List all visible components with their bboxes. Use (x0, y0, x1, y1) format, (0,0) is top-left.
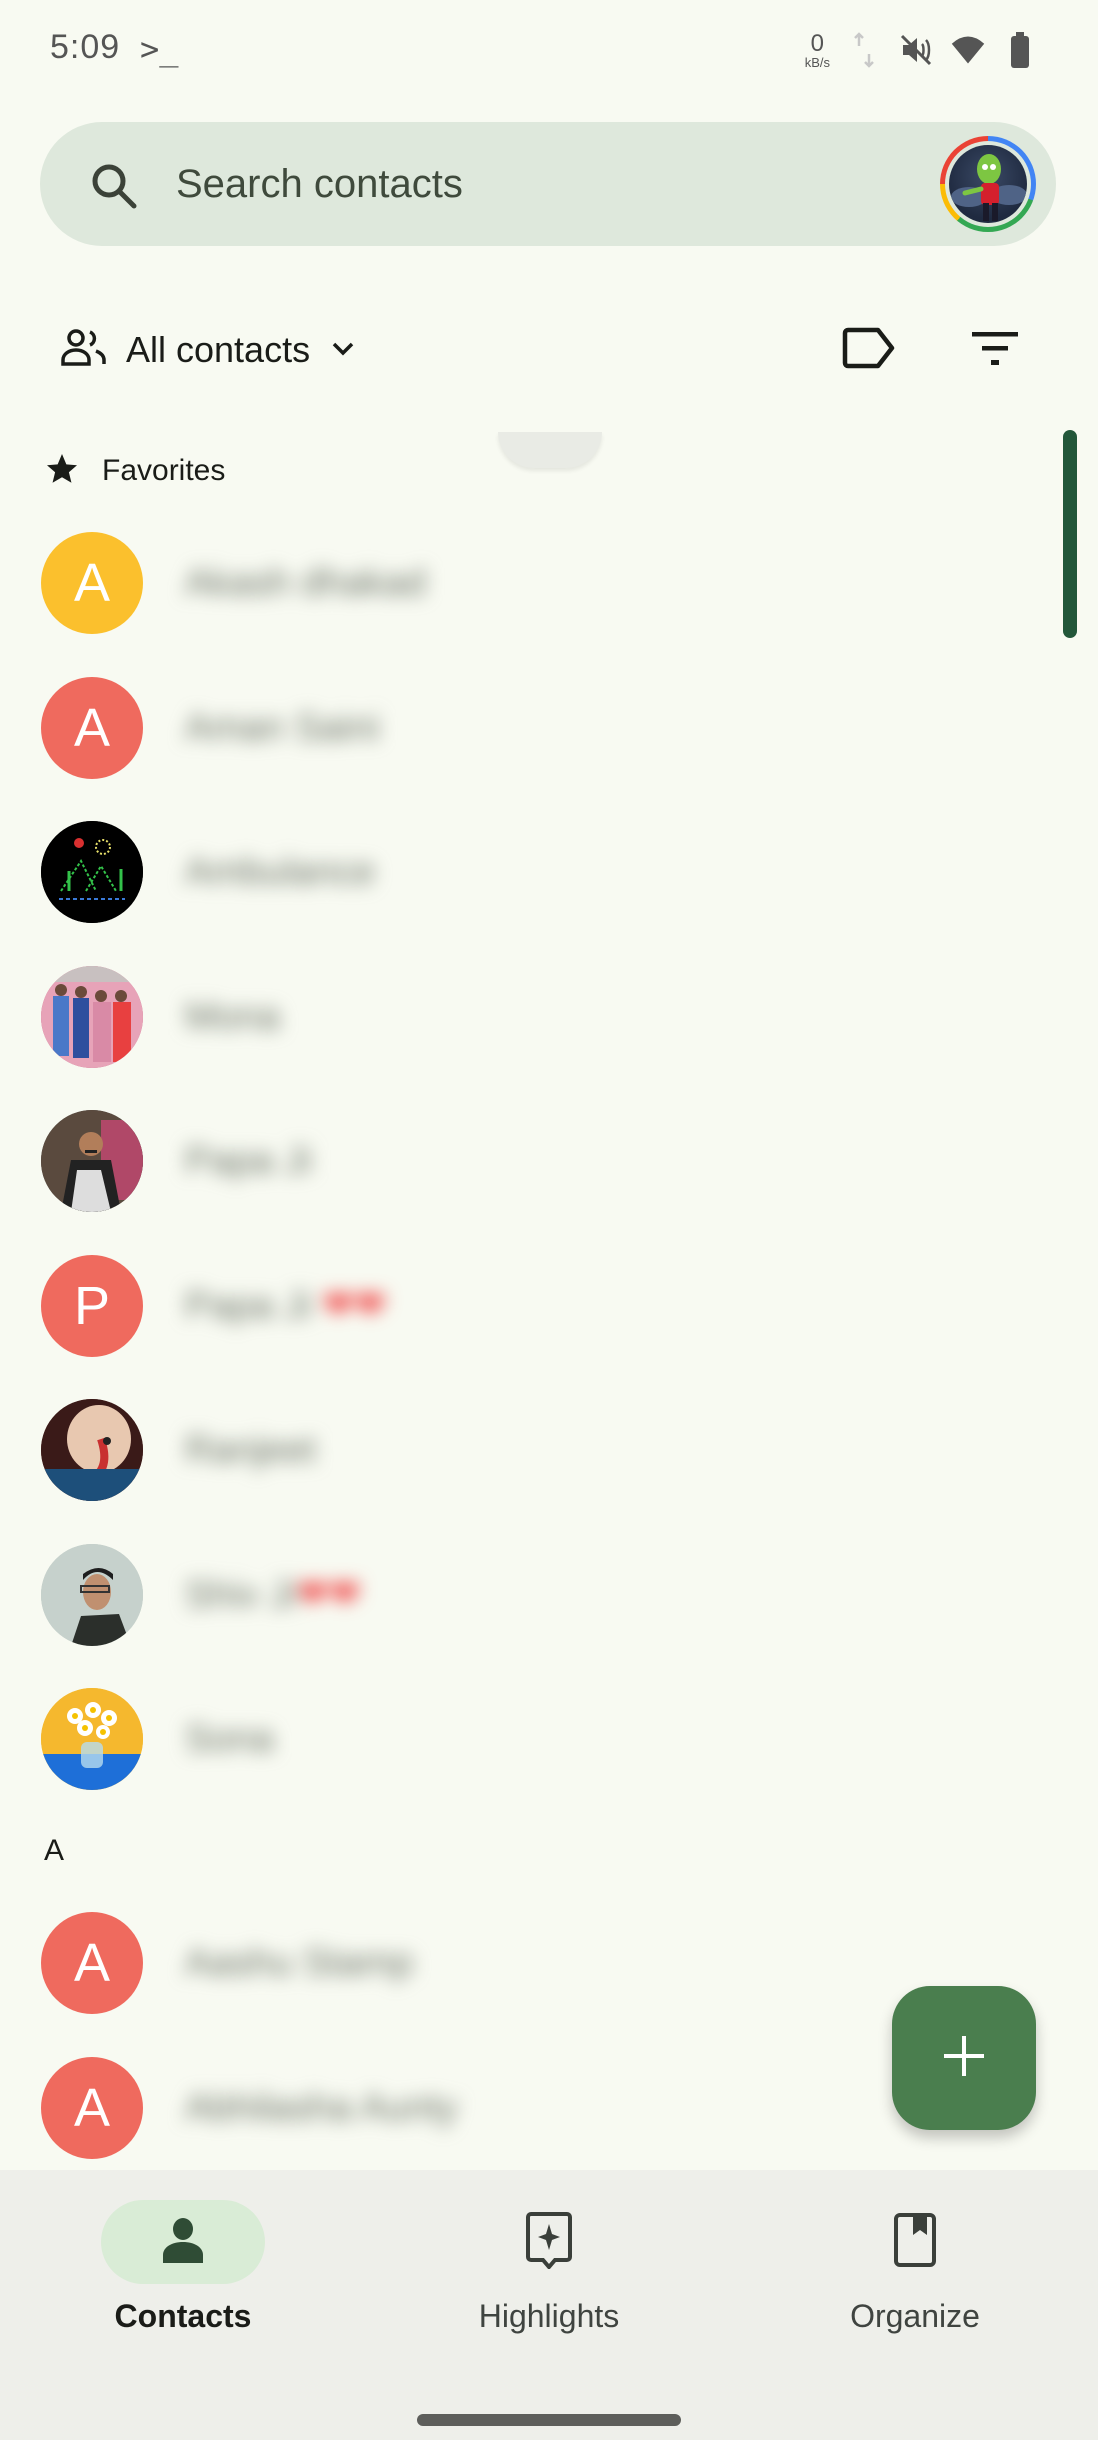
contact-photo-avatar (41, 1110, 143, 1212)
contact-photo-avatar (41, 821, 143, 923)
section-letter: A (44, 1834, 65, 1867)
add-icon (940, 2032, 988, 2085)
nav-active-indicator (101, 2200, 265, 2284)
highlights-icon (525, 2211, 573, 2274)
contact-name: Shiv Ji❤❤ (185, 1570, 361, 1620)
contact-name-text: Aman Saini (185, 706, 380, 749)
search-bar[interactable] (40, 122, 1056, 246)
contact-photo-avatar (41, 965, 143, 1068)
contact-name-text: Papa Ji (185, 1284, 323, 1327)
person-icon (161, 2217, 205, 2268)
contact-name-text: Ambulance (185, 851, 376, 893)
contact-name: Papa Ji (185, 1136, 312, 1186)
contact-initial-avatar: A (41, 676, 143, 779)
contact-initial-avatar: A (41, 532, 143, 634)
mute-icon (898, 30, 934, 70)
search-input[interactable] (176, 152, 916, 216)
nav-tab-organize[interactable]: Organize (765, 2200, 1065, 2350)
account-avatar-photo (949, 145, 1027, 223)
contact-name: Akash dhakad (185, 558, 426, 608)
heart-emoji: ❤❤ (322, 1284, 386, 1327)
favorites-label: Favorites (102, 454, 226, 487)
contact-row[interactable]: Mona (0, 952, 1040, 1082)
contact-initial-avatar: P (41, 1254, 143, 1357)
label-button[interactable] (830, 310, 910, 390)
contact-name-text: Mona (185, 995, 281, 1038)
nav-label: Contacts (114, 2298, 252, 2334)
contact-name: Ranjeet (185, 1425, 316, 1475)
star-icon (44, 451, 80, 492)
network-speed-unit: kB/s (804, 54, 830, 70)
contact-name: Abhilasha Aunty (185, 2083, 458, 2133)
section-header-a: A (44, 1826, 64, 1876)
network-speed-value: 0 (810, 29, 825, 57)
filter-row: All contacts (0, 300, 1098, 400)
contact-row[interactable]: Papa Ji (0, 1096, 1040, 1226)
contact-name: Aashu Stamp (185, 1938, 413, 1988)
home-indicator[interactable] (417, 2414, 681, 2426)
contact-row[interactable]: A Akash dhakad (0, 518, 1040, 648)
contact-initial-avatar: A (41, 1912, 143, 2014)
status-bar: 5:09 >_ 0 kB/s (0, 0, 1098, 100)
contact-row[interactable]: A Abhilasha Aunty (0, 2043, 1040, 2173)
search-icon[interactable] (88, 160, 140, 212)
nav-icon-container (833, 2200, 997, 2284)
contact-row[interactable]: P Papa Ji ❤❤ (0, 1241, 1040, 1371)
wifi-icon (950, 30, 986, 70)
contact-initial-avatar: A (41, 2056, 143, 2159)
battery-icon (1002, 30, 1038, 70)
contact-name: Sona (185, 1714, 274, 1764)
chevron-down-icon (328, 338, 358, 363)
nav-tab-contacts[interactable]: Contacts (33, 2200, 333, 2350)
bookmark-book-icon (893, 2212, 937, 2273)
add-contact-button[interactable] (892, 1986, 1036, 2130)
contact-row[interactable]: Ranjeet (0, 1385, 1040, 1515)
nav-label: Highlights (478, 2298, 620, 2334)
people-icon (60, 328, 108, 373)
contact-name: Mona (185, 992, 280, 1042)
heart-emoji: ❤❤ (296, 1573, 361, 1616)
contact-name-text: Shiv Ji (185, 1573, 297, 1616)
contact-row[interactable]: Shiv Ji❤❤ (0, 1530, 1040, 1660)
contact-name: Papa Ji ❤❤ (185, 1281, 386, 1331)
contact-photo-avatar (41, 1688, 143, 1790)
nav-icon-container (467, 2200, 631, 2284)
bottom-navigation: Contacts Highlights Organize (0, 2170, 1098, 2440)
filter-button[interactable] (955, 310, 1035, 390)
contact-row[interactable]: A Aman Saini (0, 663, 1040, 793)
favorites-header: Favorites (44, 446, 225, 496)
contact-name-text: Abhilasha Aunty (185, 2086, 458, 2129)
contact-name-text: Sona (185, 1718, 274, 1760)
label-icon (842, 326, 898, 375)
contact-row[interactable]: Sona (0, 1674, 1040, 1804)
contact-row[interactable]: Ambulance (0, 807, 1040, 937)
contact-name-text: Akash dhakad (185, 562, 426, 604)
scrollbar-thumb[interactable] (1063, 430, 1077, 638)
network-speed: 0 kB/s (804, 29, 830, 70)
status-time: 5:09 (50, 28, 121, 66)
contact-photo-avatar (41, 1543, 143, 1646)
filter-icon (970, 328, 1020, 373)
account-avatar-ring (945, 141, 1031, 227)
contact-name-text: Papa Ji (185, 1140, 312, 1182)
contact-name-text: Aashu Stamp (185, 1942, 414, 1984)
all-contacts-label: All contacts (126, 329, 311, 370)
contact-row[interactable]: A Aashu Stamp (0, 1898, 1040, 2028)
nav-label: Organize (850, 2298, 980, 2334)
status-icons: 0 kB/s (805, 28, 1038, 72)
contact-name-text: Ranjeet (185, 1429, 316, 1471)
data-transfer-icon (846, 30, 882, 70)
account-avatar[interactable] (940, 136, 1036, 232)
contact-name: Aman Saini (185, 703, 379, 753)
all-contacts-dropdown[interactable]: All contacts (60, 320, 358, 380)
contact-name: Ambulance (185, 847, 375, 897)
contact-photo-avatar (41, 1399, 143, 1501)
terminal-icon: >_ (140, 30, 179, 68)
pull-to-refresh-indicator (498, 432, 602, 468)
nav-tab-highlights[interactable]: Highlights (399, 2200, 699, 2350)
